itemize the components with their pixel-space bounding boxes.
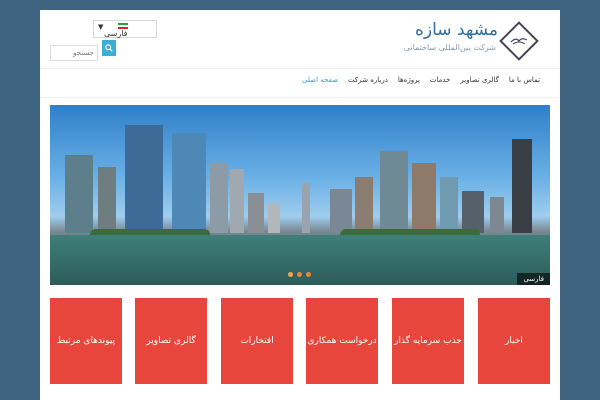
page-container: مشهد سازه شرکت بین‌المللی ساختمانی ▼ فار… — [40, 10, 560, 400]
search-box — [50, 40, 116, 61]
search-input[interactable] — [50, 45, 98, 61]
nav-item-projects[interactable]: پروژه‌ها — [398, 76, 420, 84]
language-label: فارسی — [104, 29, 128, 38]
hero-slider[interactable]: فارسی — [50, 105, 550, 285]
tile-cooperation[interactable]: درخواست همکاری — [306, 298, 378, 384]
caret-down-icon: ▼ — [98, 23, 104, 31]
nav-item-contact[interactable]: تماس با ما — [509, 76, 540, 84]
tile-news[interactable]: اخبار — [478, 298, 550, 384]
divider — [40, 97, 560, 98]
tile-investors[interactable]: جذب سرمایه گذار — [392, 298, 464, 384]
search-icon — [105, 44, 113, 52]
slider-dot[interactable] — [288, 272, 293, 277]
diamond-bird-icon — [499, 21, 539, 61]
main-nav: صفحه اصلی درباره شرکت پروژه‌ها خدمات گال… — [302, 76, 540, 84]
nav-item-services[interactable]: خدمات — [430, 76, 450, 84]
nav-item-about[interactable]: درباره شرکت — [348, 76, 388, 84]
river — [50, 235, 550, 285]
tile-gallery[interactable]: گالری تصاویر — [135, 298, 207, 384]
divider — [40, 68, 560, 69]
tile-links[interactable]: پیوندهای مرتبط — [50, 298, 122, 384]
logo[interactable] — [498, 20, 540, 62]
site-title[interactable]: مشهد سازه — [415, 20, 498, 40]
slider-pagination — [288, 272, 311, 277]
tile-honors[interactable]: افتخارات — [221, 298, 293, 384]
search-button[interactable] — [102, 40, 116, 56]
slider-dot[interactable] — [306, 272, 311, 277]
nav-item-gallery[interactable]: گالری تصاویر — [460, 76, 499, 84]
city-skyline-image — [50, 105, 550, 285]
nav-item-home[interactable]: صفحه اصلی — [302, 76, 338, 84]
slider-caption: فارسی — [517, 273, 550, 285]
site-subtitle: شرکت بین‌المللی ساختمانی — [403, 43, 496, 52]
language-select[interactable]: ▼ فارسی — [93, 20, 157, 38]
feature-tiles: اخبار جذب سرمایه گذار درخواست همکاری افت… — [50, 298, 550, 384]
slider-dot[interactable] — [297, 272, 302, 277]
